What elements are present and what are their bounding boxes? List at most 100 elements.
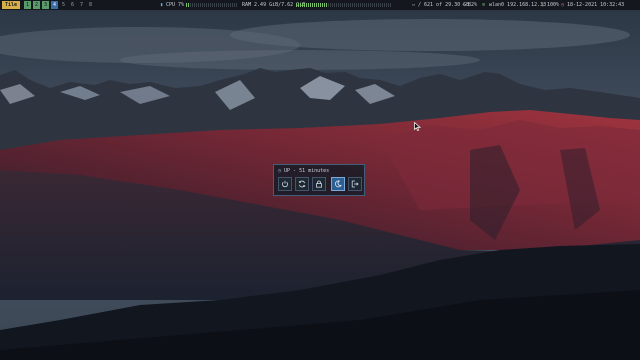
network-label: wlan0 192.168.12.33 bbox=[489, 2, 547, 8]
meter-segment bbox=[218, 3, 219, 7]
top-status-bar: Tile 1 2 3 4 5 6 7 8 ▮ CPU 7% RAM 2.49 G… bbox=[0, 0, 640, 10]
meter-segment bbox=[216, 3, 217, 7]
volume-icon[interactable]: ◁ bbox=[462, 0, 465, 10]
workspace-2[interactable]: 2 bbox=[33, 1, 40, 9]
meter-segment bbox=[236, 3, 237, 7]
workspace-4[interactable]: 4 bbox=[51, 1, 58, 9]
meter-segment bbox=[382, 3, 383, 7]
meter-segment bbox=[330, 3, 331, 7]
meter-segment bbox=[350, 3, 351, 7]
meter-segment bbox=[318, 3, 319, 7]
volume-label[interactable]: 82% bbox=[468, 0, 477, 10]
meter-segment bbox=[212, 3, 213, 7]
layout-indicator[interactable]: Tile bbox=[2, 1, 21, 9]
cpu-label: CPU 7% bbox=[166, 2, 185, 8]
meter-segment bbox=[316, 3, 317, 7]
meter-segment bbox=[332, 3, 333, 7]
meter-segment bbox=[202, 3, 203, 7]
meter-segment bbox=[302, 3, 303, 7]
uptime-clock-icon: ◷ bbox=[278, 168, 282, 174]
meter-segment bbox=[358, 3, 359, 7]
cpu-usage-meter bbox=[186, 3, 237, 7]
meter-segment bbox=[188, 3, 189, 7]
workspace-1[interactable]: 1 bbox=[24, 1, 31, 9]
meter-segment bbox=[374, 3, 375, 7]
meter-segment bbox=[354, 3, 355, 7]
reboot-icon bbox=[298, 180, 306, 188]
meter-segment bbox=[362, 3, 363, 7]
battery-label: 100% bbox=[547, 2, 560, 8]
meter-segment bbox=[224, 3, 225, 7]
shutdown-button[interactable] bbox=[278, 177, 292, 191]
meter-segment bbox=[386, 3, 387, 7]
meter-segment bbox=[312, 3, 313, 7]
workspace-7[interactable]: 7 bbox=[78, 1, 85, 9]
workspace-8[interactable]: 8 bbox=[87, 1, 94, 9]
meter-segment bbox=[344, 3, 345, 7]
uptime-row: ◷ UP - 51 minutes bbox=[278, 167, 329, 175]
meter-segment bbox=[306, 3, 307, 7]
meter-segment bbox=[222, 3, 223, 7]
meter-segment bbox=[352, 3, 353, 7]
meter-segment bbox=[356, 3, 357, 7]
uptime-label: UP - 51 minutes bbox=[284, 168, 330, 174]
meter-segment bbox=[378, 3, 379, 7]
meter-segment bbox=[190, 3, 191, 7]
meter-segment bbox=[390, 3, 391, 7]
meter-segment bbox=[226, 3, 227, 7]
meter-segment bbox=[366, 3, 367, 7]
meter-segment bbox=[304, 3, 305, 7]
meter-segment bbox=[376, 3, 377, 7]
meter-segment bbox=[388, 3, 389, 7]
meter-segment bbox=[360, 3, 361, 7]
meter-segment bbox=[204, 3, 205, 7]
meter-segment bbox=[336, 3, 337, 7]
meter-segment bbox=[194, 3, 195, 7]
meter-segment bbox=[220, 3, 221, 7]
power-menu-popup: ◷ UP - 51 minutes bbox=[273, 164, 365, 196]
reboot-button[interactable] bbox=[295, 177, 309, 191]
meter-segment bbox=[310, 3, 311, 7]
meter-segment bbox=[208, 3, 209, 7]
meter-segment bbox=[308, 3, 309, 7]
meter-segment bbox=[198, 3, 199, 7]
meter-segment bbox=[368, 3, 369, 7]
meter-segment bbox=[300, 3, 301, 7]
meter-segment bbox=[324, 3, 325, 7]
meter-segment bbox=[210, 3, 211, 7]
wifi-icon: ≋ bbox=[482, 2, 486, 8]
meter-segment bbox=[370, 3, 371, 7]
workspace-3[interactable]: 3 bbox=[42, 1, 49, 9]
meter-segment bbox=[380, 3, 381, 7]
meter-segment bbox=[328, 3, 329, 7]
meter-segment bbox=[298, 3, 299, 7]
meter-segment bbox=[340, 3, 341, 7]
meter-segment bbox=[320, 3, 321, 7]
meter-segment bbox=[230, 3, 231, 7]
cpu-icon: ▮ bbox=[160, 2, 164, 8]
meter-segment bbox=[384, 3, 385, 7]
suspend-button[interactable] bbox=[331, 177, 345, 191]
logout-button[interactable] bbox=[348, 177, 362, 191]
meter-segment bbox=[228, 3, 229, 7]
disk-icon: ▭ bbox=[412, 2, 416, 8]
meter-segment bbox=[196, 3, 197, 7]
clock-icon: ◷ bbox=[561, 2, 565, 8]
meter-segment bbox=[186, 3, 187, 7]
lock-button[interactable] bbox=[312, 177, 326, 191]
meter-segment bbox=[322, 3, 323, 7]
meter-segment bbox=[372, 3, 373, 7]
meter-segment bbox=[192, 3, 193, 7]
workspace-6[interactable]: 6 bbox=[69, 1, 76, 9]
meter-segment bbox=[326, 3, 327, 7]
meter-segment bbox=[364, 3, 365, 7]
moon-icon bbox=[335, 180, 342, 188]
meter-segment bbox=[214, 3, 215, 7]
lock-icon bbox=[316, 180, 322, 188]
mouse-cursor-icon bbox=[414, 122, 421, 131]
logout-icon bbox=[351, 180, 359, 188]
meter-segment bbox=[338, 3, 339, 7]
battery-icon: ▯ bbox=[541, 2, 545, 8]
workspace-5[interactable]: 5 bbox=[60, 1, 67, 9]
datetime-label[interactable]: 18-12-2021 10:32:43 bbox=[567, 0, 624, 10]
